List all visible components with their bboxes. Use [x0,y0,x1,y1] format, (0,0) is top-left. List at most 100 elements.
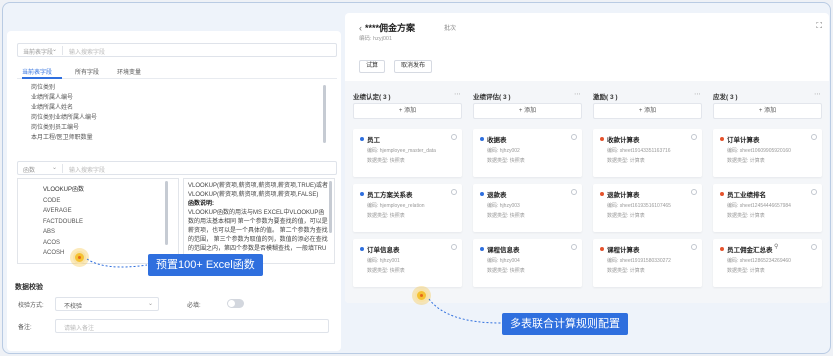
function-select-label: 函数 [23,168,36,174]
table-card[interactable]: 员工业绩排名 编码: sheet12454446657984 数据类型: 计算表 [713,184,822,232]
info-icon[interactable] [451,189,457,195]
info-icon[interactable] [811,189,817,195]
field-list-scrollbar[interactable] [323,85,326,143]
info-icon[interactable] [451,134,457,140]
card-type: 数据类型: 快照表 [367,213,405,219]
card-title: 员工业绩排名 [727,192,766,199]
function-item[interactable]: FACTDOUBLE [43,217,171,228]
card-type: 数据类型: 计算表 [607,158,645,164]
page-title: ‹ ****佣金方案 [359,21,415,34]
card-title: 课程信息表 [487,247,520,254]
list-item[interactable]: 业绩所属人姓名 [31,103,331,113]
add-table-button[interactable]: + 添加 [353,103,462,119]
field-search-input[interactable]: 输入搜索字段 [69,47,105,56]
info-icon[interactable] [691,189,697,195]
function-item[interactable]: AVERAGE [43,206,171,217]
screenshot-frame: 当前表字段 ⌄ 输入搜索字段 当前表字段 所有字段 环境变量 岗位类别 业绩所属… [2,2,831,354]
function-signature: VLOOKUP(薪资项,薪资项,薪资项,薪资项,TRUE)或者VLOOKUP(薪… [188,183,329,198]
plan-mode[interactable]: 批次 [444,23,456,32]
more-icon[interactable]: ⋯ [454,90,462,98]
tab-all-fields[interactable]: 所有字段 [75,67,99,76]
card-title: 退款计算表 [607,192,640,199]
card-type: 数据类型: 计算表 [607,268,645,274]
add-table-button[interactable]: + 添加 [473,103,582,119]
field-list: 岗位类别 业绩所属人编号 业绩所属人姓名 岗位类别业绩所属人编号 岗位类别员工编… [31,83,331,143]
table-card[interactable]: 收据表 编码: hjhzy002 数据类型: 快照表 [473,129,582,177]
info-icon[interactable] [811,134,817,140]
card-type: 数据类型: 计算表 [607,213,645,219]
add-table-button[interactable]: + 添加 [713,103,822,119]
info-icon[interactable] [571,189,577,195]
info-icon[interactable] [691,244,697,250]
required-toggle[interactable] [227,299,244,308]
info-icon[interactable] [571,244,577,250]
list-item[interactable]: 业绩所属人编号 [31,93,331,103]
remark-input[interactable]: 请输入备注 [55,319,329,333]
more-icon[interactable]: ⋯ [574,90,582,98]
callout-connector [86,258,148,268]
cancel-publish-button[interactable]: 取消发布 [394,60,432,73]
info-icon[interactable] [811,244,817,250]
type-dot-icon [360,192,364,196]
list-item[interactable]: 岗位类别员工编号 [31,123,331,133]
type-dot-icon [600,247,604,251]
table-card[interactable]: 员工方案关系表 编码: hjemployee_relation 数据类型: 快照表 [353,184,462,232]
function-list-scrollbar[interactable] [165,181,168,245]
info-icon[interactable] [571,134,577,140]
function-item[interactable]: ABS [43,227,171,238]
description-scrollbar[interactable] [329,181,332,233]
table-card[interactable]: 退款表 编码: hjhzy003 数据类型: 快照表 [473,184,582,232]
divider [62,46,63,55]
tab-current-table-fields[interactable]: 当前表字段 [22,67,52,76]
info-icon[interactable] [691,134,697,140]
type-dot-icon [720,137,724,141]
type-dot-icon [480,247,484,251]
back-chevron-icon[interactable]: ‹ [359,23,362,33]
field-source-label: 当前表字段 [23,50,54,56]
more-icon[interactable]: ⋯ [694,90,702,98]
card-code: 编码: sheet12454446657984 [727,203,791,209]
card-title: 收据表 [487,137,507,144]
list-item[interactable]: 岗位类别业绩所属人编号 [31,113,331,123]
table-card[interactable]: 员工佣金汇总表 ⚲ 编码: sheet12865234269460 数据类型: 计算表 [713,239,822,287]
list-item[interactable]: 本月工程/医卫师职数量 [31,133,331,143]
info-icon[interactable] [451,244,457,250]
function-search-input[interactable]: 输入搜索字段 [69,165,105,174]
function-item[interactable]: CODE [43,196,171,207]
card-title: 员工方案关系表 [367,192,413,199]
card-title: 收款计算表 [607,137,640,144]
callout-multi-table: 多表联合计算规则配置 [502,313,628,335]
table-card[interactable]: 员工 编码: hjemployee_master_data 数据类型: 快照表 [353,129,462,177]
chevron-down-icon: ⌄ [148,301,154,307]
table-card[interactable]: 订单计算表 编码: sheet10609905920160 数据类型: 计算表 [713,129,822,177]
trial-button[interactable]: 试算 [359,60,385,73]
card-type: 数据类型: 计算表 [727,158,765,164]
function-item[interactable]: ACOS [43,238,171,249]
table-card[interactable]: 课程信息表 编码: hjhzy004 数据类型: 快照表 [473,239,582,287]
table-card[interactable]: 退款计算表 编码: sheet16193516107465 数据类型: 计算表 [593,184,702,232]
list-item[interactable]: 岗位类别 [31,83,331,93]
table-card[interactable]: 订单信息表 编码: hjhzy001 数据类型: 快照表 [353,239,462,287]
table-card[interactable]: 收款计算表 编码: sheet19143351163716 数据类型: 计算表 [593,129,702,177]
link-icon[interactable]: ⚲ [774,243,778,250]
function-item[interactable]: VLOOKUP函数 [43,185,171,196]
more-icon[interactable]: ⋯ [814,90,822,98]
table-card[interactable]: 课程计算表 编码: sheet19191580330272 数据类型: 计算表 [593,239,702,287]
tab-env-variables[interactable]: 环境变量 [117,67,141,76]
validation-method-select[interactable]: 不校验 ⌄ [55,297,159,311]
expand-icon[interactable]: ⛶ [816,21,822,31]
column-title: 应发( 3 ) [713,94,738,101]
field-source-select[interactable]: 当前表字段 ⌄ 输入搜索字段 [17,43,337,57]
card-title: 员工 [367,137,380,144]
validation-section-title: 数据校验 [15,284,43,291]
card-title: 员工佣金汇总表 [727,247,773,254]
column-title: 业绩评估( 3 ) [473,94,511,101]
callout-functions: 预置100+ Excel函数 [148,254,263,276]
add-table-button[interactable]: + 添加 [593,103,702,119]
function-category-select[interactable]: 函数 ⌄ 输入搜索字段 [17,161,337,175]
column-title: 业绩认定( 3 ) [353,94,391,101]
card-code: 编码: hjhzy001 [367,258,400,264]
function-desc-title: 函数说明: [188,201,214,207]
card-type: 数据类型: 计算表 [727,268,765,274]
type-dot-icon [360,137,364,141]
